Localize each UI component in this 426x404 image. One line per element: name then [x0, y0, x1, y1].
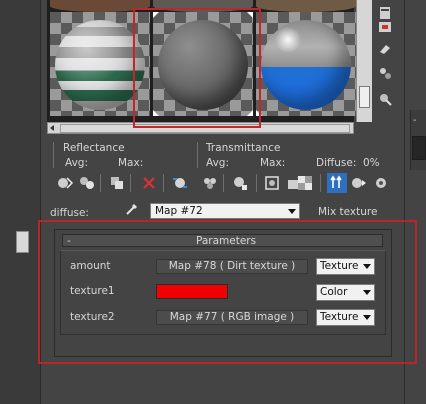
toolbar-separator [130, 174, 131, 192]
sample-uv-tiling-icon[interactable] [378, 66, 392, 80]
toolbar-separator [320, 174, 321, 192]
selected-slot-highlight [133, 8, 261, 128]
put-material-icon[interactable] [78, 174, 96, 192]
slot-vertical-scroll-thumb[interactable] [359, 86, 370, 108]
left-scroll-thumb[interactable] [16, 231, 29, 253]
chevron-down-icon[interactable] [285, 205, 298, 217]
assign-material-icon[interactable] [108, 174, 126, 192]
upper-slot-3[interactable] [256, 0, 356, 12]
show-map-icon[interactable] [263, 174, 281, 192]
transmittance-max-label: Max: [260, 157, 286, 169]
info-divider [53, 142, 54, 168]
toolbar-separator [256, 174, 257, 192]
info-divider [197, 142, 198, 168]
sample-type-icon[interactable] [378, 6, 392, 20]
backlight-icon[interactable] [378, 20, 392, 34]
copy-material-icon[interactable] [171, 174, 189, 192]
reflectance-title: Reflectance [63, 142, 125, 154]
blue-glossy-sphere [261, 20, 351, 110]
reflectance-max-label: Max: [118, 157, 144, 169]
eraser-icon[interactable] [378, 42, 392, 56]
scroll-left-arrow-icon[interactable] [50, 125, 54, 131]
video-color-check-icon[interactable] [378, 92, 392, 106]
make-unique-icon[interactable] [201, 174, 219, 192]
diffuse-info-label: Diffuse: [316, 157, 357, 169]
diffuse-info-value: 0% [363, 157, 380, 169]
reflectance-avg-label: Avg: [65, 157, 88, 169]
striped-sphere [55, 20, 145, 110]
right-rollout-toggle[interactable]: - [413, 115, 417, 126]
toolbar-separator [163, 174, 164, 192]
go-forward-sibling-icon[interactable] [350, 174, 368, 192]
right-rollout-field[interactable] [412, 136, 426, 160]
reset-icon[interactable] [140, 174, 158, 192]
map-slot-label: diffuse: [50, 207, 89, 219]
map-name-value: Map #72 [155, 205, 203, 217]
map-name-dropdown[interactable]: Map #72 [150, 203, 300, 219]
transmittance-avg-label: Avg: [206, 157, 229, 169]
eyedropper-icon[interactable] [124, 201, 140, 217]
get-material-icon[interactable] [56, 174, 74, 192]
sample-slot-3[interactable] [256, 12, 356, 116]
left-panel-strip [0, 0, 41, 404]
go-to-parent-icon[interactable] [327, 173, 347, 193]
transmittance-title: Transmittance [206, 142, 281, 154]
material-effects-channel-icon[interactable] [231, 174, 249, 192]
pick-from-object-icon[interactable] [372, 174, 390, 192]
map-type-button[interactable]: Mix texture [318, 206, 377, 218]
toolbar-separator [223, 174, 224, 192]
background-icon[interactable] [296, 174, 314, 192]
toolbar-separator [100, 174, 101, 192]
parameters-highlight [38, 220, 417, 364]
